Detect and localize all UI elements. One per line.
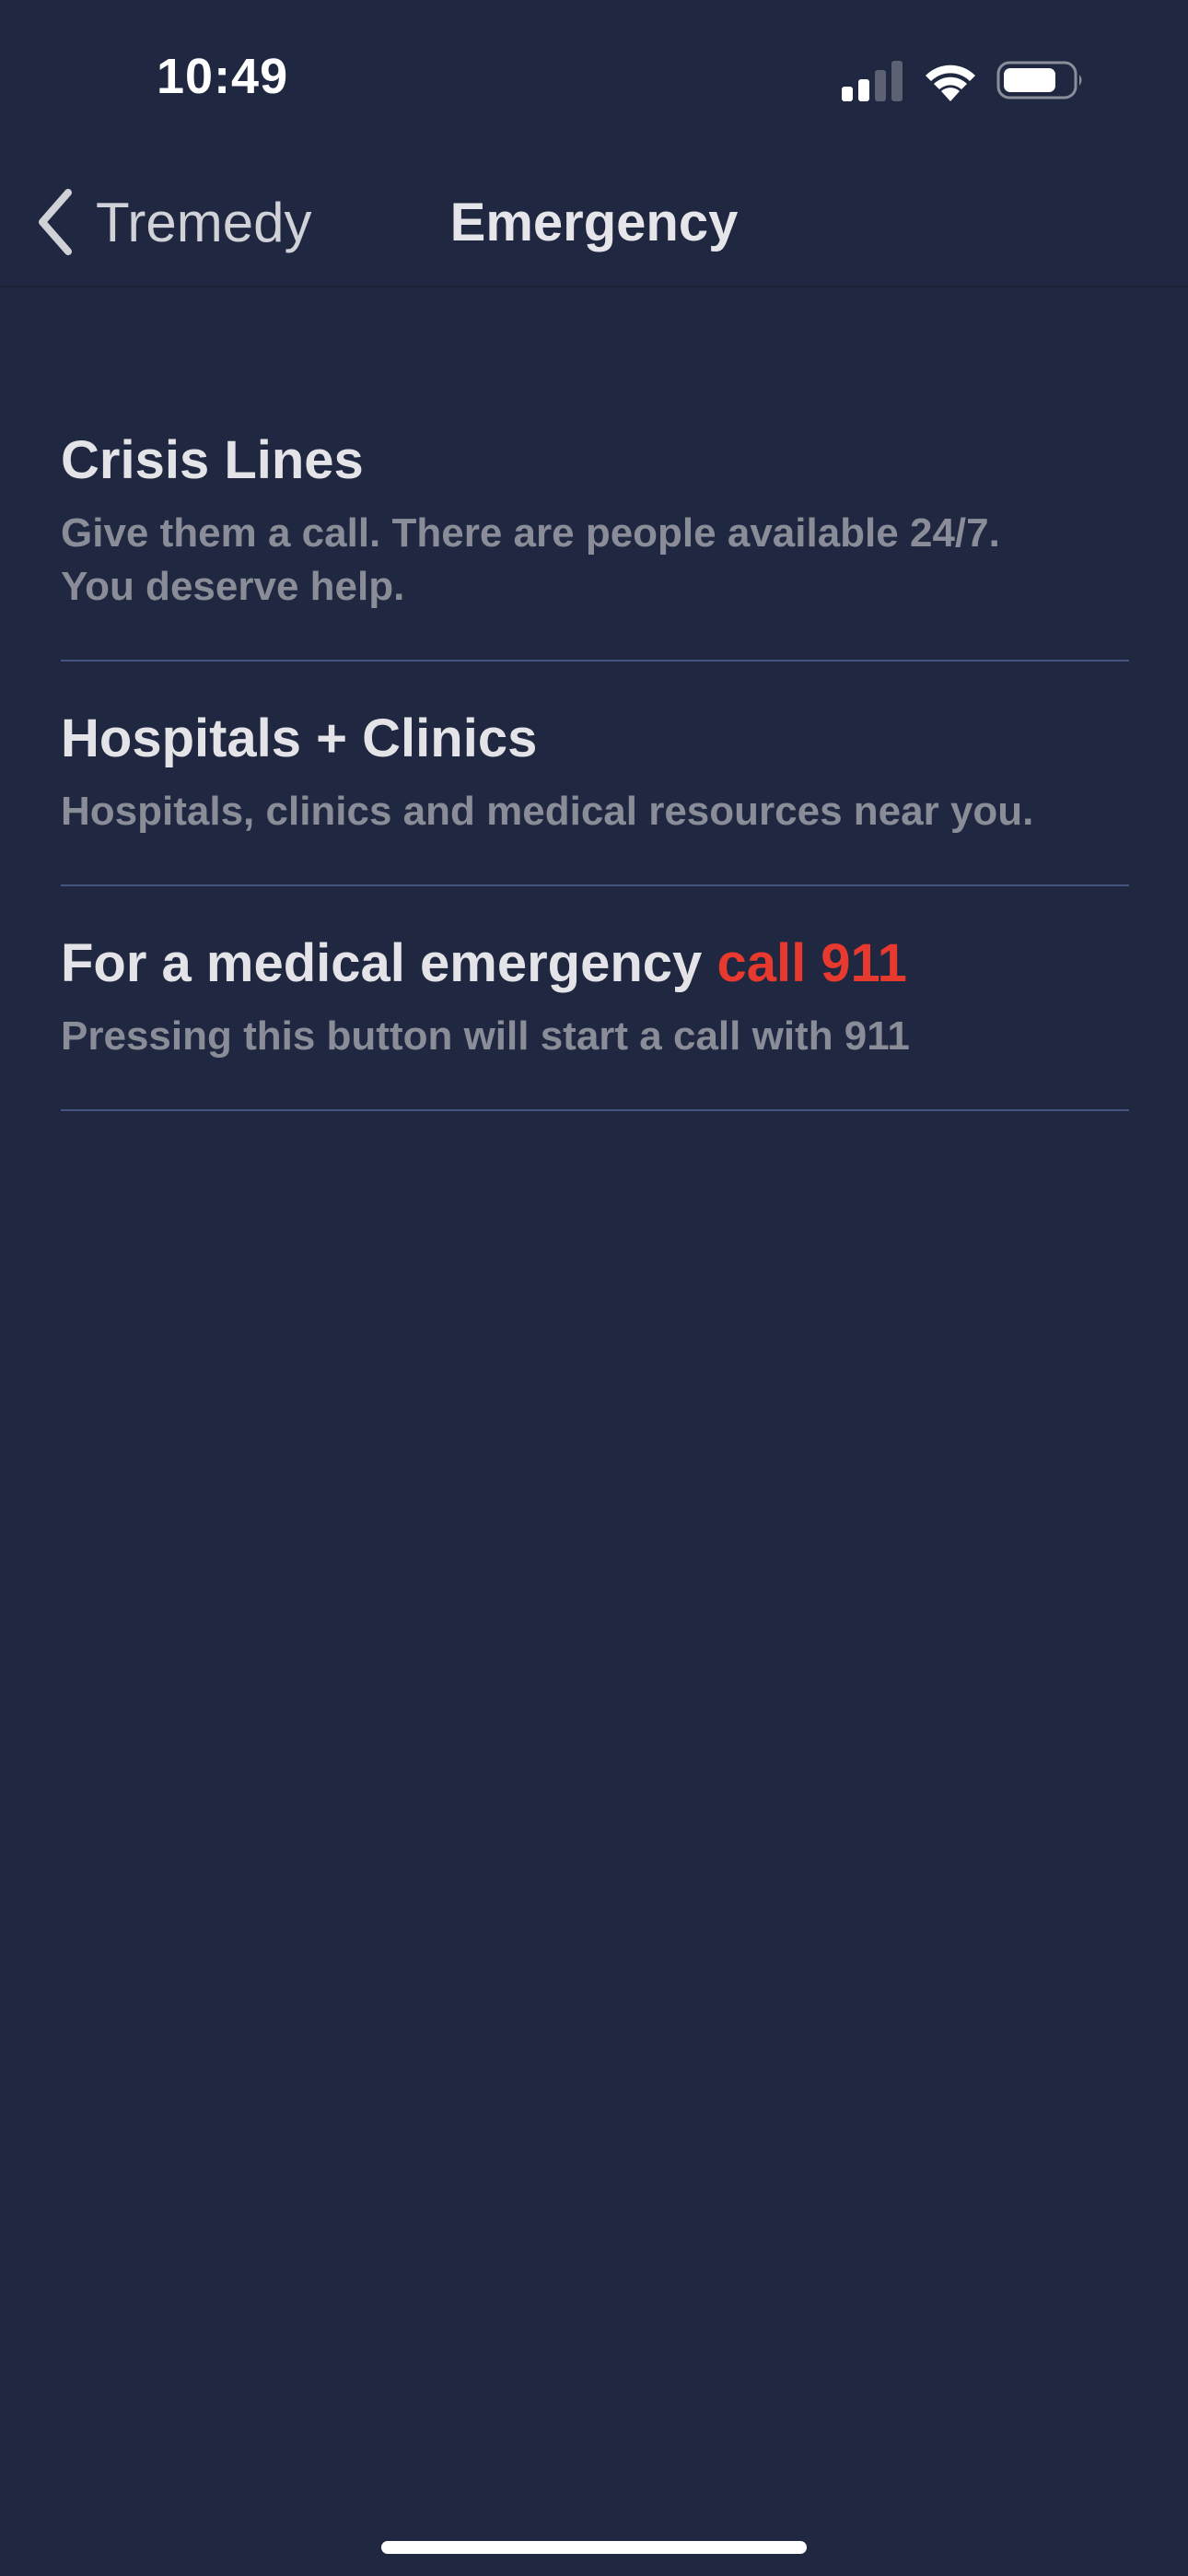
emergency-screen: 10:49 Tremedy Emergency Crisis Lines Giv… bbox=[0, 0, 1188, 2576]
list-item-call-911[interactable]: For a medical emergency call 911 Pressin… bbox=[61, 886, 1129, 1111]
item-title: For a medical emergency call 911 bbox=[61, 931, 1129, 997]
item-subtitle: Hospitals, clinics and medical resources… bbox=[61, 789, 1034, 834]
status-bar: 10:49 bbox=[0, 0, 1188, 157]
status-time: 10:49 bbox=[157, 49, 289, 104]
item-subtitle: Pressing this button will start a call w… bbox=[61, 1013, 910, 1059]
item-subtitle-line: Give them a call. There are people avail… bbox=[61, 510, 1000, 556]
item-title: Hospitals + Clinics bbox=[61, 708, 538, 768]
item-title-prefix: For a medical emergency bbox=[61, 933, 703, 993]
call-911-highlight: call 911 bbox=[716, 933, 907, 993]
list-item-crisis-lines[interactable]: Crisis Lines Give them a call. There are… bbox=[61, 424, 1129, 662]
home-indicator[interactable] bbox=[381, 2541, 807, 2554]
battery-icon bbox=[996, 61, 1082, 100]
cellular-signal-icon bbox=[842, 61, 903, 101]
item-subtitle: Give them a call. There are people avail… bbox=[61, 507, 1129, 614]
item-title: Crisis Lines bbox=[61, 430, 364, 490]
list-item-hospitals-clinics[interactable]: Hospitals + Clinics Hospitals, clinics a… bbox=[61, 662, 1129, 886]
emergency-options-list: Crisis Lines Give them a call. There are… bbox=[61, 287, 1129, 1111]
page-title: Emergency bbox=[449, 193, 739, 252]
item-subtitle-line: You deserve help. bbox=[61, 564, 405, 609]
navigation-bar: Tremedy Emergency bbox=[0, 157, 1188, 287]
wifi-icon bbox=[926, 64, 975, 101]
